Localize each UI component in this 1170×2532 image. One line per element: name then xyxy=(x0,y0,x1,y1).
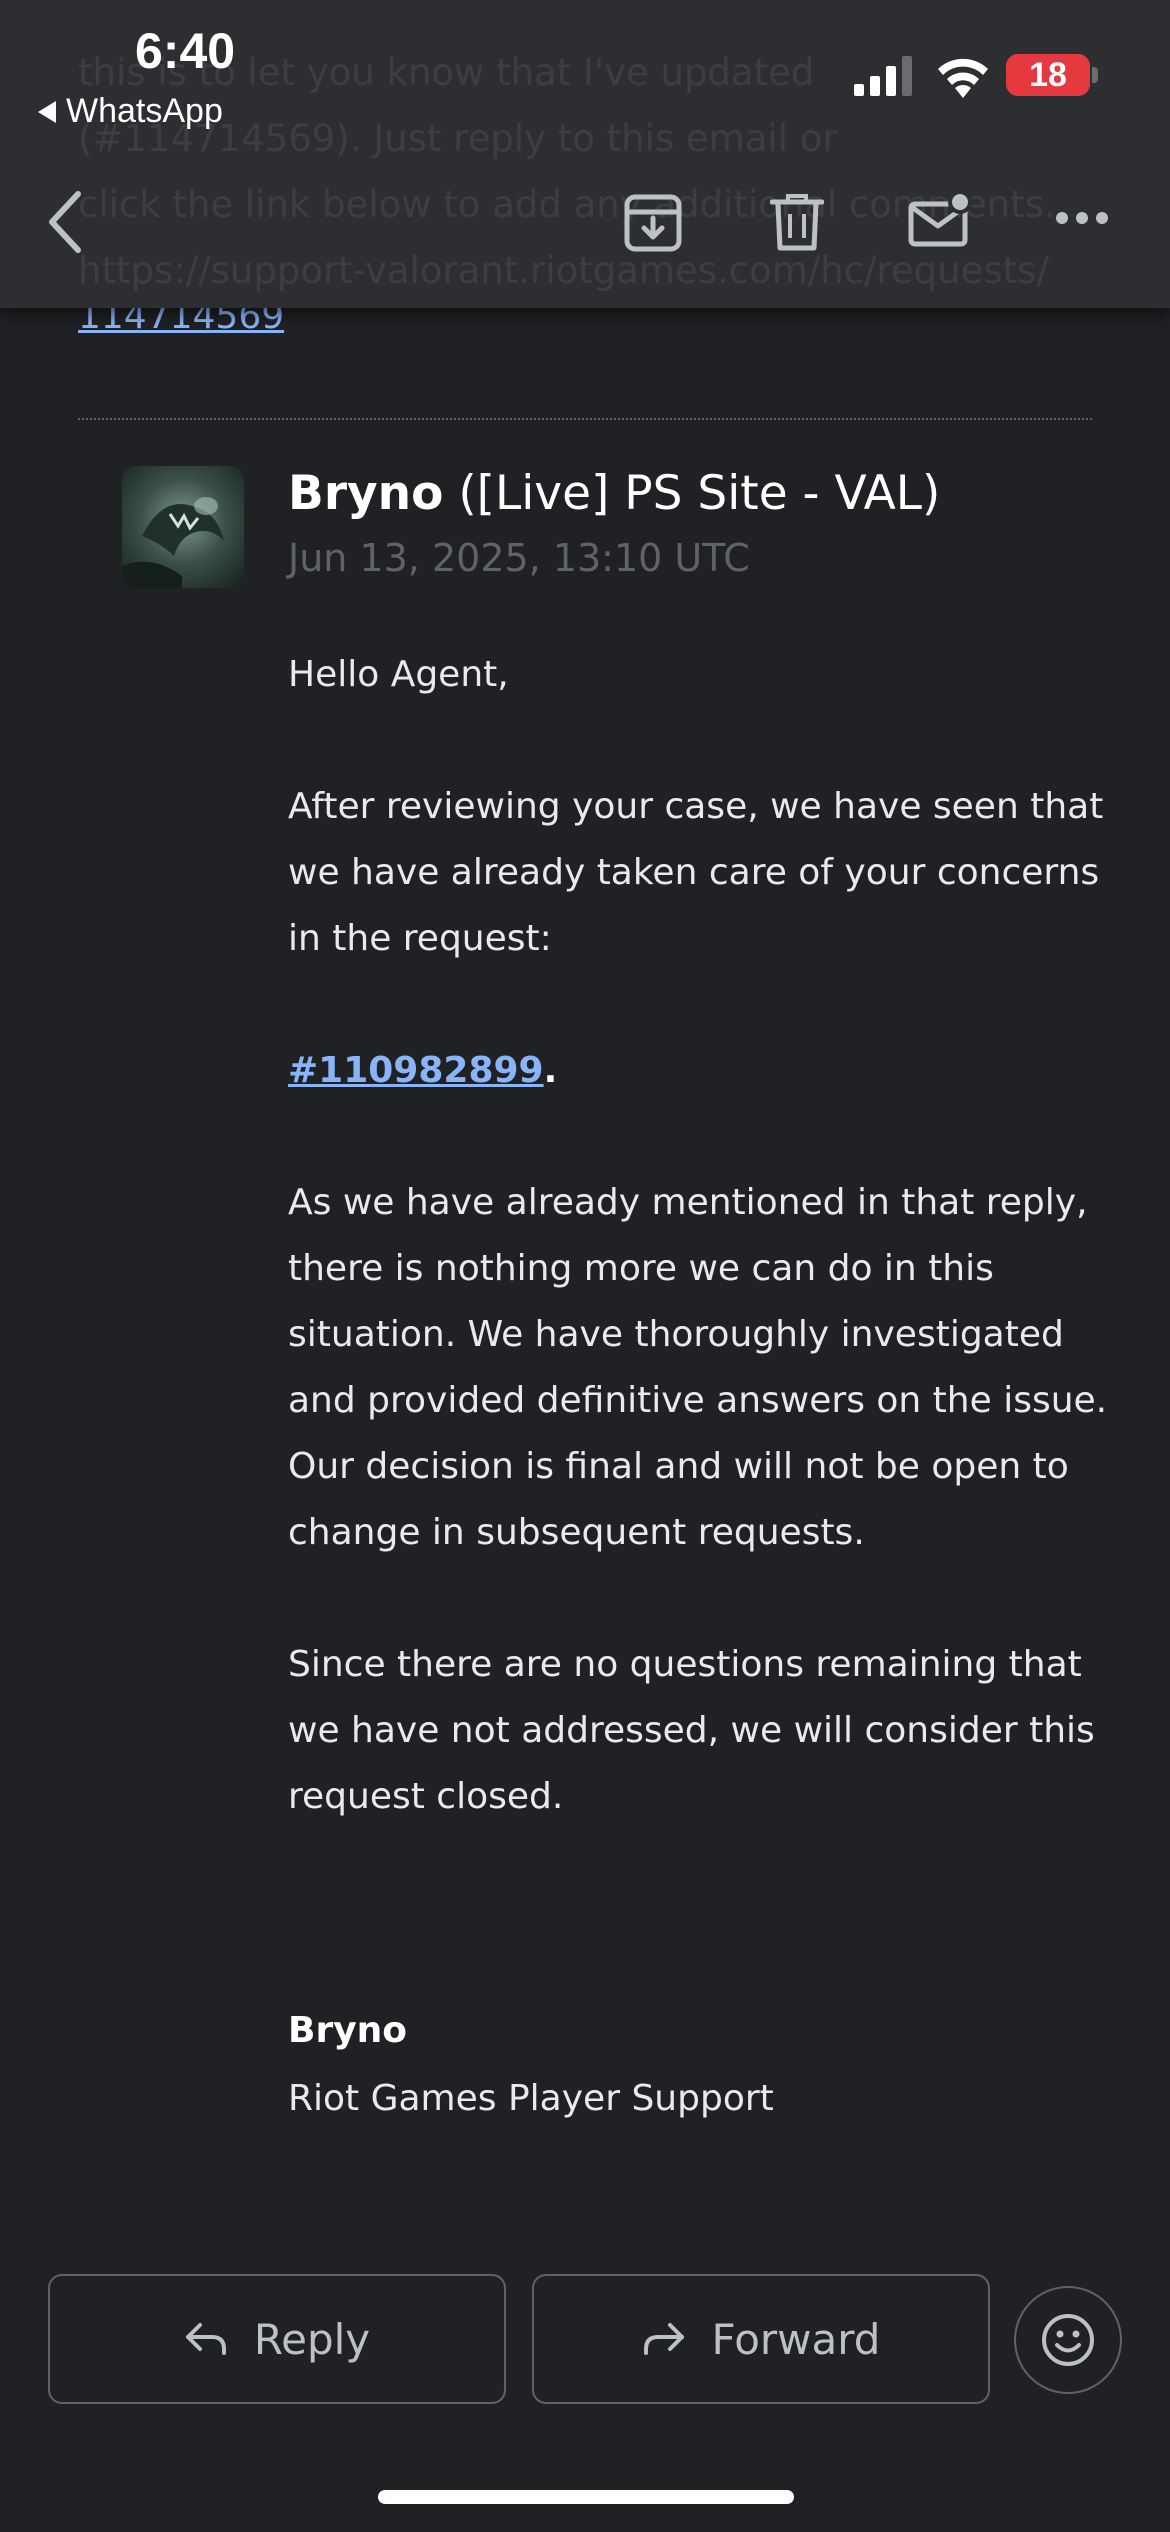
sender-avatar xyxy=(122,466,244,588)
message-body: Hello Agent, After reviewing your case, … xyxy=(288,642,1108,1896)
forward-button[interactable]: Forward xyxy=(532,2274,990,2404)
request-suffix: . xyxy=(543,1050,558,1091)
signature-name: Bryno xyxy=(288,2010,408,2051)
back-to-app[interactable]: WhatsApp xyxy=(38,92,223,131)
home-indicator[interactable] xyxy=(378,2490,794,2504)
back-triangle-icon xyxy=(38,100,56,123)
request-link[interactable]: #110982899 xyxy=(288,1050,544,1091)
reply-label: Reply xyxy=(253,2314,371,2364)
forward-label: Forward xyxy=(711,2314,881,2364)
emoji-reaction-button[interactable] xyxy=(1014,2286,1122,2394)
paragraph: After reviewing your case, we have seen … xyxy=(288,786,1104,959)
battery-indicator: 18 xyxy=(1006,54,1090,96)
sender-detail: ([Live] PS Site - VAL) xyxy=(458,466,941,521)
request-reference: #110982899. xyxy=(288,1038,1108,1104)
trash-icon[interactable] xyxy=(770,194,824,252)
reply-button[interactable]: Reply xyxy=(48,2274,506,2404)
back-icon[interactable] xyxy=(44,190,84,254)
sender-line: Bryno ([Live] PS Site - VAL) xyxy=(288,466,940,521)
forward-icon xyxy=(643,2323,684,2355)
cellular-signal-icon xyxy=(854,56,912,96)
top-bar: this is to let you know that I've update… xyxy=(0,0,1170,308)
paragraph: Since there are no questions remaining t… xyxy=(288,1644,1095,1817)
paragraph: As we have already mentioned in that rep… xyxy=(288,1182,1108,1553)
reply-icon xyxy=(185,2323,226,2355)
battery-nub xyxy=(1092,67,1098,83)
greeting: Hello Agent, xyxy=(288,654,509,695)
archive-icon[interactable] xyxy=(624,194,682,252)
signature-org: Riot Games Player Support xyxy=(288,2078,774,2119)
status-time: 6:40 xyxy=(135,23,236,79)
behind-line: (#114714569). Just reply to this email o… xyxy=(78,117,838,160)
wifi-icon xyxy=(938,58,988,98)
message-date: Jun 13, 2025, 13:10 UTC xyxy=(288,536,750,580)
sender-name: Bryno xyxy=(288,466,444,521)
more-icon[interactable] xyxy=(1054,210,1110,226)
smiley-icon xyxy=(1042,2314,1094,2366)
avatar-image xyxy=(122,466,244,588)
back-app-label: WhatsApp xyxy=(66,92,223,130)
message-divider xyxy=(78,418,1092,420)
mail-unread-icon[interactable] xyxy=(908,190,972,250)
